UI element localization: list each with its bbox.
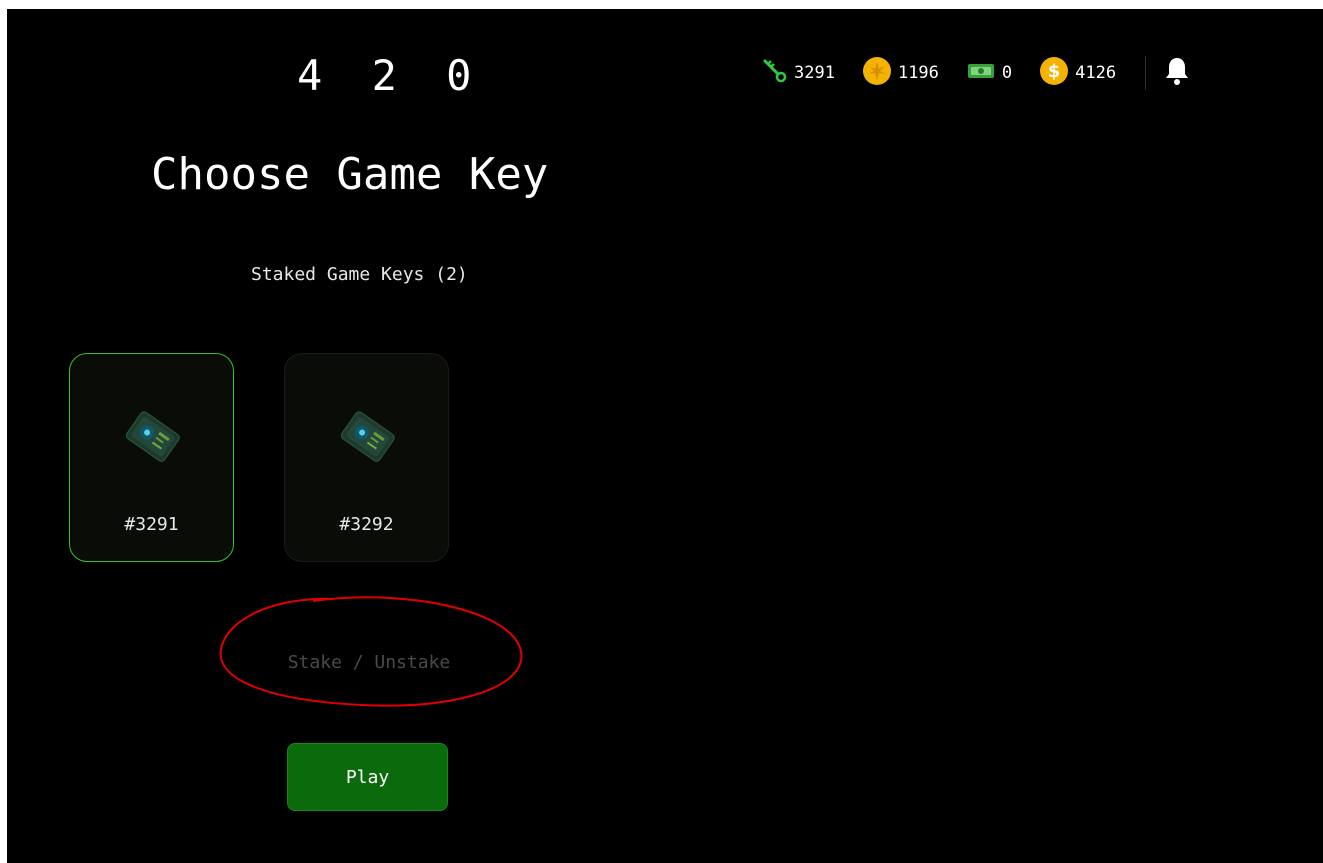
section-label: Staked Game Keys (2): [251, 264, 468, 285]
top-bar: 3291 1196 0 $ 4126: [762, 55, 1190, 91]
stat-keys: 3291: [762, 58, 835, 89]
game-key-card-icon: [331, 400, 403, 472]
topbar-divider: [1145, 56, 1147, 90]
game-key-card-3291[interactable]: #3291: [69, 353, 234, 562]
cash-icon: [966, 61, 996, 86]
app-logo: 4 2 0: [297, 51, 484, 100]
key-icon: [762, 58, 788, 89]
game-key-label: #3292: [339, 514, 394, 535]
game-key-card-3292[interactable]: #3292: [284, 353, 449, 562]
game-key-label: #3291: [124, 514, 179, 535]
notifications-button[interactable]: [1164, 56, 1190, 91]
svg-text:$: $: [1048, 61, 1061, 82]
app-frame: 4 2 0 3291 1196 0 $ 4126 Choose Game Key…: [7, 9, 1323, 863]
dollar-coin-icon: $: [1039, 56, 1069, 91]
stat-leaf-coins: 1196: [862, 56, 939, 91]
stake-unstake-label: Stake / Unstake: [287, 652, 451, 673]
stat-cash-value: 0: [1001, 63, 1013, 83]
play-button[interactable]: Play: [287, 743, 448, 811]
leaf-coin-icon: [862, 56, 892, 91]
game-key-card-icon: [116, 400, 188, 472]
stat-dollar-coins: $ 4126: [1039, 56, 1116, 91]
stat-dollar-coins-value: 4126: [1075, 63, 1117, 83]
stat-leaf-coins-value: 1196: [897, 63, 939, 83]
stake-unstake-button[interactable]: Stake / Unstake: [213, 589, 525, 711]
stat-cash: 0: [966, 61, 1012, 86]
stat-keys-value: 3291: [794, 63, 835, 83]
annotation-circle: [219, 596, 523, 707]
page-title: Choose Game Key: [151, 149, 549, 200]
bell-icon: [1164, 56, 1190, 91]
